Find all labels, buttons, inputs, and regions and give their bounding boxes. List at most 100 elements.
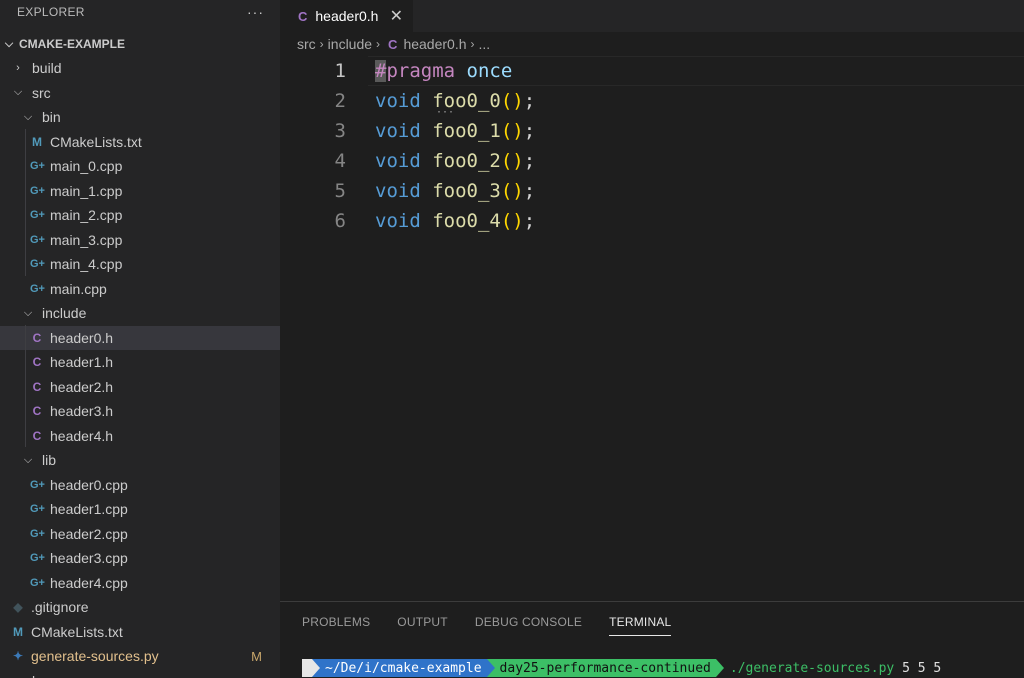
code-token: foo0_3	[432, 180, 501, 202]
file-item[interactable]: G+ header0.cpp	[0, 473, 280, 498]
cpp-file-icon: G+	[30, 282, 45, 295]
file-item[interactable]: G+ header1.cpp	[0, 497, 280, 522]
tree-item-label: header0.cpp	[50, 476, 128, 493]
folder-item[interactable]: › build	[0, 56, 280, 81]
cpp-file-icon: G+	[30, 258, 45, 271]
code-token: ;	[523, 180, 536, 202]
code-token: ()	[500, 90, 524, 112]
c-file-icon: C	[388, 36, 398, 52]
file-item[interactable]: G+ main_2.cpp	[0, 203, 280, 228]
file-item[interactable]: Cheader1.h	[0, 350, 280, 375]
file-item[interactable]: G+ header3.cpp	[0, 546, 280, 571]
cpp-file-icon: G+	[30, 552, 45, 565]
file-item[interactable]: G+ header2.cpp	[0, 522, 280, 547]
powerline-separator-icon	[715, 659, 724, 677]
folder-item[interactable]: ⌵ src	[0, 81, 280, 106]
code-token: foo0_2	[432, 150, 501, 172]
breadcrumb-include[interactable]: include	[328, 36, 372, 52]
tree-item-label: CMakeLists.txt	[50, 133, 142, 150]
file-item[interactable]: Cheader4.h	[0, 424, 280, 449]
code-token: ()	[500, 150, 524, 172]
tree-item-label: header1.h	[50, 354, 114, 371]
file-item[interactable]: ✦ generate-sources.py M	[0, 644, 280, 669]
file-item[interactable]: G+ main.cpp	[0, 277, 280, 302]
tab-problems[interactable]: PROBLEMS	[302, 615, 370, 636]
tab-output[interactable]: OUTPUT	[397, 615, 448, 636]
code-token: void	[375, 90, 421, 112]
code-line: 6 void foo0_4();	[280, 206, 1024, 236]
project-name: CMAKE-EXAMPLE	[19, 37, 126, 51]
os-icon	[302, 659, 312, 677]
chevron-right-icon: ›	[376, 37, 381, 51]
file-item[interactable]: G+ main_4.cpp	[0, 252, 280, 277]
code-text: void foo0_4();	[375, 210, 535, 232]
c-file-icon: C	[32, 355, 42, 370]
c-file-icon: C	[298, 8, 308, 24]
line-number: 3	[334, 120, 346, 142]
tree-item-label: build	[32, 60, 62, 77]
project-section-title[interactable]: ⌵ CMAKE-EXAMPLE	[0, 32, 280, 56]
code-text: void foo0_3();	[375, 180, 535, 202]
folder-item[interactable]: ›b...	[0, 669, 280, 678]
breadcrumb-src[interactable]: src	[297, 36, 316, 52]
file-item[interactable]: G+ main_1.cpp	[0, 179, 280, 204]
code-token: ()	[500, 180, 524, 202]
breadcrumb-symbols[interactable]: ...	[479, 36, 491, 52]
file-item[interactable]: G+ header4.cpp	[0, 571, 280, 596]
code-text: void foo0_2();	[375, 150, 535, 172]
file-item[interactable]: M CMakeLists.txt	[0, 620, 280, 645]
code-token: void	[375, 120, 421, 142]
cpp-file-icon: G+	[30, 184, 45, 197]
chevron-down-icon: ⌵	[23, 453, 33, 466]
tab-header0-h[interactable]: C header0.h ✕	[280, 0, 413, 32]
git-file-icon: ◆	[13, 600, 23, 615]
tab-debug-console[interactable]: DEBUG CONSOLE	[475, 615, 582, 636]
code-token: foo0_4	[432, 210, 501, 232]
tree-item-label: main_3.cpp	[50, 231, 123, 248]
line-number: 1	[334, 60, 346, 82]
folder-item[interactable]: ⌵ bin	[0, 105, 280, 130]
close-icon[interactable]: ✕	[390, 6, 403, 26]
more-actions-icon[interactable]: ···	[247, 4, 264, 20]
powerline-separator-icon	[486, 659, 495, 677]
explorer-header: EXPLORER ···	[0, 0, 280, 24]
file-item[interactable]: M CMakeLists.txt	[0, 130, 280, 155]
c-file-icon: C	[32, 330, 42, 345]
cpp-file-icon: G+	[30, 527, 45, 540]
terminal-git-branch: day25-performance-continued	[494, 659, 716, 677]
code-token: foo0_0	[432, 90, 501, 112]
file-item[interactable]: Cheader2.h	[0, 375, 280, 400]
tree-item-label: b...	[32, 673, 51, 678]
file-item[interactable]: G+ main_3.cpp	[0, 228, 280, 253]
tab-terminal[interactable]: TERMINAL	[609, 615, 672, 636]
tree-item-label: header2.h	[50, 378, 114, 395]
folder-item[interactable]: ⌵ lib	[0, 448, 280, 473]
breadcrumb-file[interactable]: header0.h	[403, 36, 466, 52]
breadcrumb: src › include › C header0.h › ...	[280, 32, 1024, 56]
code-line: 4 void foo0_2();	[280, 146, 1024, 176]
code-token: void	[375, 180, 421, 202]
code-token: foo0_1	[432, 120, 501, 142]
tree-item-label: header3.cpp	[50, 550, 128, 567]
cpp-file-icon: G+	[30, 503, 45, 516]
file-item[interactable]: Cheader3.h	[0, 399, 280, 424]
chevron-down-icon: ⌵	[13, 86, 23, 99]
code-token: once	[466, 60, 513, 82]
file-item[interactable]: Cheader0.h	[0, 325, 280, 350]
tree-item-label: header4.h	[50, 427, 114, 444]
code-token: void	[375, 150, 421, 172]
code-token: void	[375, 210, 421, 232]
folder-item[interactable]: ⌵ include	[0, 301, 280, 326]
cmake-file-icon: M	[32, 134, 42, 149]
modified-badge: M	[251, 648, 262, 664]
file-item[interactable]: ◆ .gitignore	[0, 595, 280, 620]
tree-item-label: include	[42, 305, 87, 322]
tree-item-label: src	[32, 84, 51, 101]
code-token: ()	[500, 210, 524, 232]
code-editor[interactable]: ··· 1 #pragma once 2 void foo0_0(); 3 void fo…	[280, 56, 1024, 601]
code-line: 3 void foo0_1();	[280, 116, 1024, 146]
terminal-prompt[interactable]: ~/De/i/cmake-example day25-performance-c…	[302, 659, 941, 677]
tree-item-label: CMakeLists.txt	[31, 623, 123, 640]
file-item[interactable]: G+ main_0.cpp	[0, 154, 280, 179]
